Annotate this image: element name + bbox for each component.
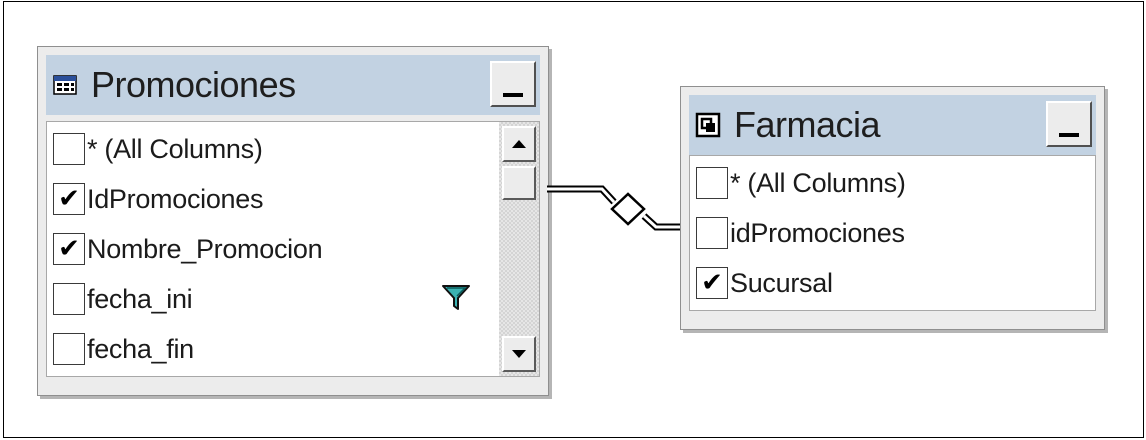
column-checkbox[interactable]: [53, 283, 85, 315]
column-label: IdPromociones: [87, 183, 264, 214]
minimize-button[interactable]: [1046, 101, 1092, 147]
column-row-sucursal[interactable]: ✔ Sucursal: [690, 258, 833, 308]
column-row-all-columns[interactable]: * (All Columns): [690, 158, 906, 208]
column-label: idPromociones: [730, 217, 905, 248]
table-title: Farmacia: [734, 104, 881, 145]
column-label: Sucursal: [730, 267, 833, 298]
arrow-down-icon: [512, 350, 526, 358]
column-row-nombre-promocion[interactable]: ✔ Nombre_Promocion: [47, 224, 323, 274]
column-row-idpromociones[interactable]: ✔ IdPromociones: [47, 174, 264, 224]
table-icon: [51, 71, 79, 99]
column-checkbox[interactable]: ✔: [53, 233, 85, 265]
column-row-fecha-ini[interactable]: fecha_ini: [47, 274, 193, 324]
table-window-farmacia[interactable]: Farmacia * (All Columns) idPromociones ✔…: [680, 86, 1105, 330]
table-title-bar[interactable]: Farmacia: [689, 95, 1096, 155]
diamond-join-icon: [610, 192, 646, 226]
join-connector[interactable]: [544, 172, 684, 242]
scroll-down-button[interactable]: [502, 336, 536, 372]
column-row-idpromociones[interactable]: idPromociones: [690, 208, 905, 258]
column-label: * (All Columns): [87, 133, 263, 164]
column-checkbox[interactable]: [53, 133, 85, 165]
column-checkbox[interactable]: ✔: [53, 183, 85, 215]
table-window-promociones[interactable]: Promociones * (All Columns) ✔ IdPromocio…: [37, 46, 549, 396]
column-label: fecha_ini: [87, 283, 193, 314]
column-label: * (All Columns): [730, 167, 906, 198]
scroll-up-button[interactable]: [502, 126, 536, 162]
minimize-button[interactable]: [490, 61, 536, 107]
column-checkbox[interactable]: ✔: [696, 267, 728, 299]
column-list[interactable]: * (All Columns) idPromociones ✔ Sucursal: [689, 155, 1096, 311]
column-row-fecha-fin[interactable]: fecha_fin: [47, 324, 194, 374]
column-row-partial: [47, 374, 87, 376]
column-row-all-columns[interactable]: * (All Columns): [47, 124, 263, 174]
column-label: Nombre_Promocion: [87, 233, 323, 264]
table-title-bar[interactable]: Promociones: [46, 55, 540, 115]
column-label: fecha_fin: [87, 333, 194, 364]
view-icon: [694, 111, 722, 139]
table-title: Promociones: [91, 64, 296, 105]
filter-icon: [441, 284, 471, 317]
column-list[interactable]: * (All Columns) ✔ IdPromociones ✔ Nombre…: [46, 121, 540, 377]
query-designer-diagram-pane: Promociones * (All Columns) ✔ IdPromocio…: [3, 1, 1144, 438]
vertical-scrollbar[interactable]: [499, 122, 539, 376]
column-checkbox[interactable]: [696, 167, 728, 199]
column-checkbox[interactable]: [53, 333, 85, 365]
column-checkbox[interactable]: [696, 217, 728, 249]
scroll-thumb[interactable]: [502, 166, 536, 200]
arrow-up-icon: [512, 140, 526, 148]
